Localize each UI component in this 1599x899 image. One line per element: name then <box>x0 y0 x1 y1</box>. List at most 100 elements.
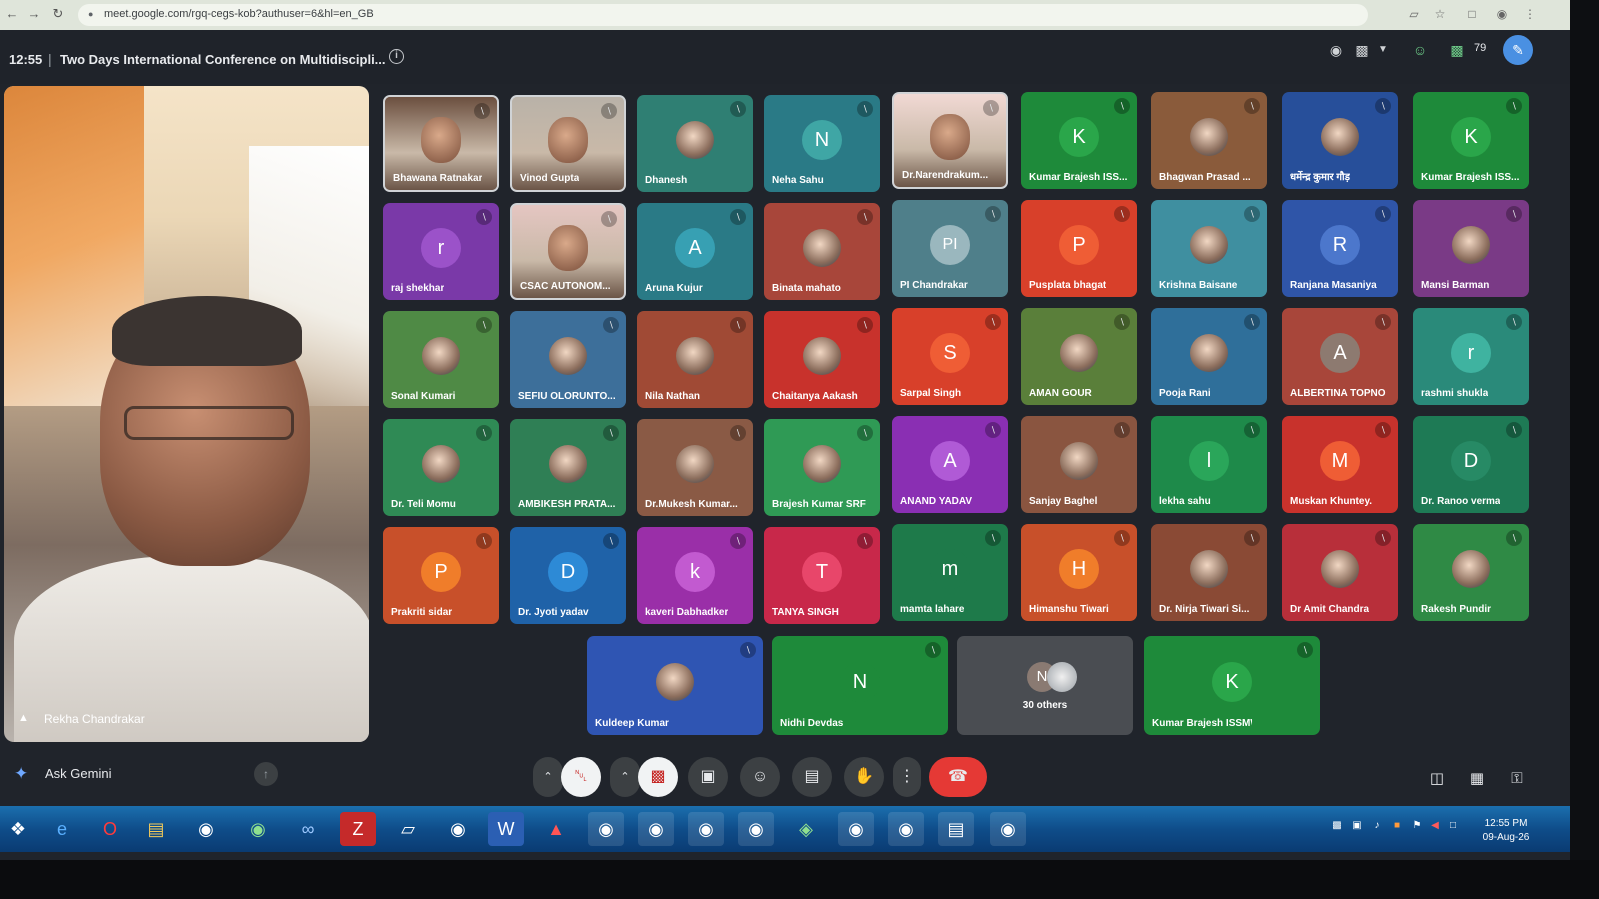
participant-tile[interactable]: ∖ Dr.Narendrakum... <box>892 92 1008 189</box>
menu-dots-icon[interactable]: ⋮ <box>1522 6 1538 22</box>
ask-gemini-box[interactable]: ✦ Ask Gemini ↑ <box>14 762 279 788</box>
opera-icon[interactable]: O <box>92 812 128 846</box>
chrome-icon-3[interactable]: ◉ <box>688 812 724 846</box>
audio-options-chevron-icon[interactable]: ⌃ <box>533 757 563 797</box>
camera-off-icon[interactable]: ▩ <box>1352 38 1372 62</box>
app-icon-5[interactable]: ◉ <box>440 812 476 846</box>
extensions-icon[interactable]: □ <box>1464 6 1480 22</box>
participant-tile[interactable]: ∖ Dr. Teli Momu <box>383 419 499 516</box>
participant-tile[interactable]: N 30 others <box>957 636 1133 735</box>
participant-tile[interactable]: ∖ Krishna Baisane <box>1151 200 1267 297</box>
more-options-button[interactable]: ⋮ <box>893 757 921 797</box>
participant-tile[interactable]: P ∖ Prakriti sidar <box>383 527 499 624</box>
chrome-icon-1[interactable]: ◉ <box>588 812 624 846</box>
participant-tile[interactable]: S ∖ Sarpal Singh <box>892 308 1008 405</box>
raise-hand-button[interactable]: ✋ <box>844 757 884 797</box>
reload-icon[interactable]: ↻ <box>50 6 66 22</box>
pin-icon[interactable]: ▲ <box>18 712 29 726</box>
participant-tile[interactable]: PI ∖ PI Chandrakar <box>892 200 1008 297</box>
app-icon-3[interactable]: ∞ <box>290 812 326 846</box>
word-icon[interactable]: W <box>488 812 524 846</box>
participant-tile[interactable]: R ∖ Ranjana Masaniya <box>1282 200 1398 297</box>
participant-tile[interactable]: ∖ CSAC AUTONOM... <box>510 203 626 300</box>
participant-tile[interactable]: ∖ Bhawana Ratnakar <box>383 95 499 192</box>
participant-tile[interactable]: ∖ Nila Nathan <box>637 311 753 408</box>
participant-tile[interactable]: A ∖ ANAND YADAV <box>892 416 1008 513</box>
chrome-icon-6[interactable]: ◉ <box>888 812 924 846</box>
tray-alert-icon[interactable]: ◀ <box>1428 820 1442 834</box>
share-icon[interactable]: ▱ <box>1406 6 1422 22</box>
participant-tile[interactable]: M ∖ Muskan Khuntey. <box>1282 416 1398 513</box>
participant-tile[interactable]: D ∖ Dr. Jyoti yadav <box>510 527 626 624</box>
participant-tile[interactable]: T ∖ TANYA SINGH <box>764 527 880 624</box>
participant-tile[interactable]: ∖ Dhanesh <box>637 95 753 192</box>
participant-tile[interactable]: N ∖ Neha Sahu <box>764 95 880 192</box>
url-text[interactable]: meet.google.com/rgq-cegs-kob?authuser=6&… <box>104 8 374 20</box>
activities-grid-icon[interactable]: ▦ <box>1466 768 1488 790</box>
chrome-icon-7[interactable]: ◉ <box>990 812 1026 846</box>
participant-tile[interactable]: ∖ Brajesh Kumar SRF <box>764 419 880 516</box>
participants-icon[interactable]: ▩ <box>1446 38 1468 62</box>
chat-icon[interactable]: ◫ <box>1426 768 1448 790</box>
participant-tile[interactable]: ∖ Chaitanya Aakash <box>764 311 880 408</box>
participant-tile[interactable]: P ∖ Pusplata bhagat <box>1021 200 1137 297</box>
participant-tile[interactable]: H ∖ Himanshu Tiwari <box>1021 524 1137 621</box>
participant-tile[interactable]: ∖ Mansi Barman <box>1413 200 1529 297</box>
participant-tile[interactable]: k ∖ kaveri Dabhadker <box>637 527 753 624</box>
present-screen-button[interactable]: ▣ <box>688 757 728 797</box>
profile-icon[interactable]: ◉ <box>1494 6 1510 22</box>
participant-tile[interactable]: A ∖ ALBERTINA TOPNO <box>1282 308 1398 405</box>
chrome-icon-2[interactable]: ◉ <box>638 812 674 846</box>
app-icon-1[interactable]: ◉ <box>188 812 224 846</box>
tray-shield-icon[interactable]: ▣ <box>1350 820 1364 834</box>
app-icon-6[interactable]: ◈ <box>788 812 824 846</box>
participant-tile[interactable]: ∖ धर्मेन्द्र कुमार गौड़ <box>1282 92 1398 189</box>
participant-tile[interactable]: l ∖ lekha sahu <box>1151 416 1267 513</box>
host-lock-icon[interactable]: ⚿ <box>1506 768 1528 790</box>
send-arrow-icon[interactable]: ↑ <box>254 762 278 786</box>
tray-volume-icon[interactable]: ♪ <box>1370 820 1384 834</box>
participant-tile[interactable]: r ∖ raj shekhar <box>383 203 499 300</box>
internet-explorer-icon[interactable]: e <box>44 812 80 846</box>
window-icon[interactable]: ▤ <box>938 812 974 846</box>
bookmark-star-icon[interactable]: ☆ <box>1432 6 1448 22</box>
mic-off-button[interactable]: ␀ <box>561 757 601 797</box>
chrome-icon-5[interactable]: ◉ <box>838 812 874 846</box>
speaker-tile[interactable]: ▲ Rekha Chandrakar <box>4 86 369 742</box>
pdf-reader-icon[interactable]: ▲ <box>538 812 574 846</box>
add-people-icon[interactable]: ☺ <box>1410 38 1430 62</box>
host-controls-button[interactable]: ✎ <box>1503 35 1533 65</box>
app-icon-4[interactable]: ▱ <box>390 812 426 846</box>
tray-network-icon[interactable]: ▩ <box>1330 820 1344 834</box>
participant-tile[interactable]: ∖ Dr Amit Chandra <box>1282 524 1398 621</box>
participant-tile[interactable]: ∖ Bhagwan Prasad ... <box>1151 92 1267 189</box>
participant-tile[interactable]: K ∖ Kumar Brajesh ISS... <box>1413 92 1529 189</box>
participant-tile[interactable]: m ∖ mamta lahare <box>892 524 1008 621</box>
captions-button[interactable]: ▤ <box>792 757 832 797</box>
reactions-button[interactable]: ☺ <box>740 757 780 797</box>
participant-tile[interactable]: N ∖ Nidhi Devdas <box>772 636 948 735</box>
app-icon-2[interactable]: ◉ <box>240 812 276 846</box>
participant-tile[interactable]: ∖ Sanjay Baghel <box>1021 416 1137 513</box>
participant-tile[interactable]: K ∖ Kumar Brajesh ISSMWA <box>1144 636 1320 735</box>
forward-icon[interactable]: → <box>26 6 42 22</box>
file-explorer-icon[interactable]: ▤ <box>138 812 174 846</box>
start-button-icon[interactable]: ❖ <box>0 812 36 846</box>
tray-flag-icon[interactable]: ⚑ <box>1410 820 1424 834</box>
participant-tile[interactable]: K ∖ Kumar Brajesh ISS... <box>1021 92 1137 189</box>
participant-tile[interactable]: ∖ Rakesh Pundir <box>1413 524 1529 621</box>
participant-tile[interactable]: ∖ Dr.Mukesh Kumar... <box>637 419 753 516</box>
participant-tile[interactable]: ∖ SEFIU OLORUNTO... <box>510 311 626 408</box>
participant-tile[interactable]: A ∖ Aruna Kujur <box>637 203 753 300</box>
participant-tile[interactable]: ∖ AMBIKESH PRATA... <box>510 419 626 516</box>
participant-tile[interactable]: D ∖ Dr. Ranoo verma <box>1413 416 1529 513</box>
participant-tile[interactable]: ∖ Dr. Nirja Tiwari Si... <box>1151 524 1267 621</box>
camera-off-button[interactable]: ▩ <box>638 757 678 797</box>
tray-app-icon[interactable]: ■ <box>1390 820 1404 834</box>
chevron-down-icon[interactable]: ▼ <box>1376 38 1390 62</box>
recording-icon[interactable]: ◉ <box>1326 38 1346 62</box>
participant-tile[interactable]: ∖ Sonal Kumari <box>383 311 499 408</box>
clock-date[interactable]: 09-Aug-26 <box>1478 832 1534 843</box>
tray-monitor-icon[interactable]: □ <box>1446 820 1460 834</box>
participant-tile[interactable]: ∖ Kuldeep Kumar <box>587 636 763 735</box>
